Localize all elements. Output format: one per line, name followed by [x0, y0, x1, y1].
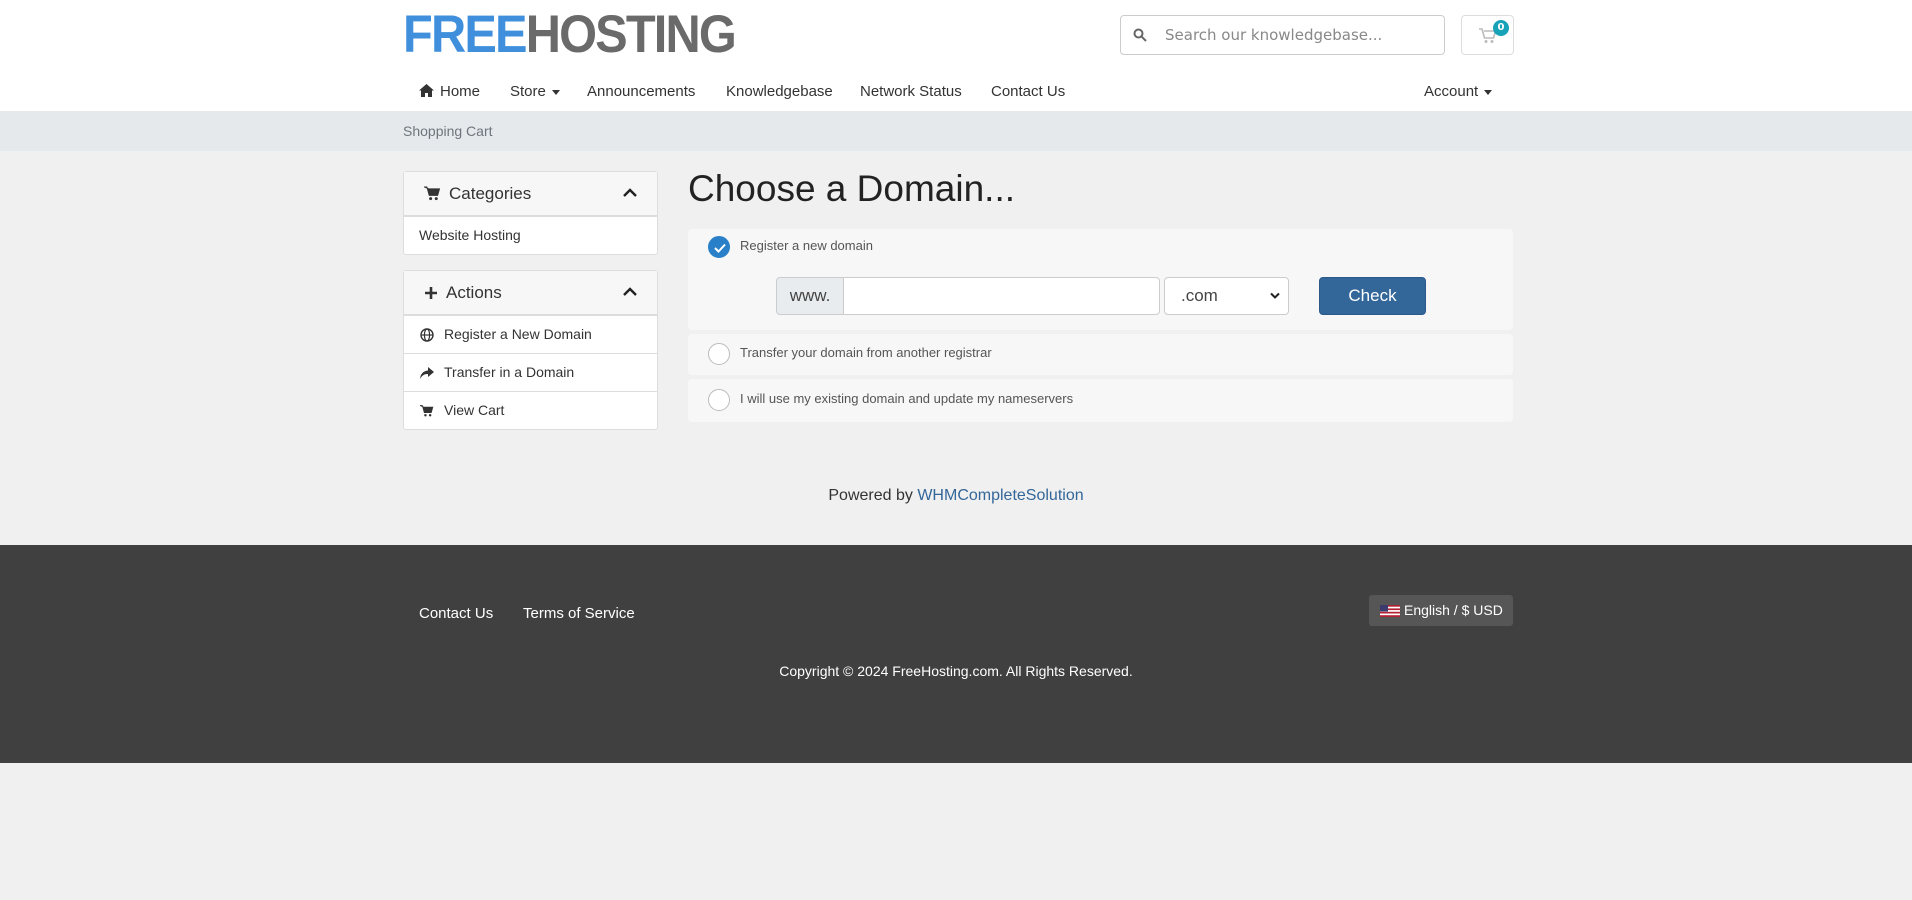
nav-announcements-label: Announcements: [587, 83, 696, 100]
copyright-text: Copyright © 2024 FreeHosting.com. All Ri…: [779, 663, 1133, 679]
register-domain-radio[interactable]: [708, 236, 730, 258]
transfer-domain-radio[interactable]: [708, 343, 730, 365]
site-footer: Contact Us Terms of Service English / $ …: [0, 545, 1912, 763]
nav-store[interactable]: Store: [510, 78, 560, 106]
chevron-down-icon: [551, 89, 560, 95]
chevron-down-icon: [1484, 89, 1493, 95]
categories-panel: Categories Website Hosting: [403, 171, 658, 255]
footer-terms-link[interactable]: Terms of Service: [523, 605, 635, 622]
sidebar-item-label: View Cart: [444, 402, 505, 418]
categories-title-label: Categories: [449, 184, 532, 203]
nav-announcements[interactable]: Announcements: [587, 78, 695, 106]
sidebar-item-label: Website Hosting: [419, 227, 521, 243]
main-nav: Home Store Announcements Knowledgebase N…: [403, 78, 1513, 106]
actions-panel: Actions Register a New Domain Transfer i…: [403, 270, 658, 430]
nav-account-label: Account: [1424, 83, 1479, 100]
globe-icon: [420, 328, 434, 342]
site-header: FREEHOSTING 0 Home Store Announcements K: [0, 0, 1912, 111]
language-currency-button[interactable]: English / $ USD: [1369, 595, 1513, 626]
nav-knowledgebase-label: Knowledgebase: [726, 83, 833, 100]
nav-store-label: Store: [510, 83, 546, 100]
footer-contact-us-link[interactable]: Contact Us: [419, 605, 493, 622]
nav-home[interactable]: Home: [419, 78, 480, 106]
nav-contact-us[interactable]: Contact Us: [991, 78, 1065, 106]
breadcrumb-bar: Shopping Cart: [0, 111, 1912, 151]
domain-input[interactable]: [843, 277, 1160, 315]
nav-contact-us-label: Contact Us: [991, 83, 1066, 100]
www-prefix: www.: [776, 277, 844, 315]
us-flag-icon: [1380, 605, 1400, 617]
chevron-up-icon[interactable]: [623, 188, 637, 198]
nav-network-status-label: Network Status: [860, 83, 962, 100]
categories-header[interactable]: Categories: [404, 172, 657, 216]
search-input[interactable]: [1165, 16, 1435, 54]
nav-network-status[interactable]: Network Status: [860, 78, 962, 106]
page-title: Choose a Domain...: [688, 168, 1016, 209]
sidebar-item-website-hosting[interactable]: Website Hosting: [404, 216, 657, 254]
categories-title: Categories: [423, 184, 532, 204]
breadcrumb: Shopping Cart: [403, 123, 493, 139]
checkmark-icon: [714, 243, 726, 253]
nav-knowledgebase[interactable]: Knowledgebase: [726, 78, 833, 106]
nav-home-label: Home: [440, 83, 481, 100]
tld-select[interactable]: .com: [1164, 277, 1289, 315]
knowledgebase-search[interactable]: [1120, 15, 1445, 55]
transfer-domain-label: Transfer your domain from another regist…: [740, 345, 992, 360]
tld-selected-value: .com: [1181, 286, 1218, 305]
actions-header[interactable]: Actions: [404, 271, 657, 315]
register-domain-label: Register a new domain: [740, 238, 873, 253]
cart-icon: [423, 186, 441, 201]
chevron-down-icon: [1270, 292, 1280, 299]
sidebar-item-register-domain[interactable]: Register a New Domain: [404, 315, 657, 353]
option-existing-domain[interactable]: I will use my existing domain and update…: [688, 379, 1513, 422]
logo-free: FREE: [403, 5, 528, 64]
logo-hosting: HOSTING: [525, 5, 737, 64]
plus-icon: [425, 287, 437, 299]
powered-by: Powered by WHMCompleteSolution: [0, 487, 1912, 505]
sidebar-item-label: Register a New Domain: [444, 326, 592, 342]
whmcs-link[interactable]: WHMCompleteSolution: [917, 487, 1083, 504]
sidebar-item-view-cart[interactable]: View Cart: [404, 391, 657, 429]
option-transfer-domain[interactable]: Transfer your domain from another regist…: [688, 334, 1513, 375]
nav-account[interactable]: Account: [1424, 78, 1493, 106]
cart-button[interactable]: 0: [1461, 15, 1514, 55]
sidebar-item-transfer-domain[interactable]: Transfer in a Domain: [404, 353, 657, 391]
chevron-up-icon[interactable]: [623, 287, 637, 297]
actions-title: Actions: [424, 283, 502, 303]
home-icon: [419, 84, 434, 97]
powered-by-prefix: Powered by: [828, 487, 913, 504]
site-logo[interactable]: FREEHOSTING: [403, 5, 737, 64]
cart-count-badge: 0: [1493, 20, 1509, 36]
search-icon: [1133, 28, 1147, 42]
sidebar-item-label: Transfer in a Domain: [444, 364, 575, 380]
cart-icon: [420, 405, 434, 417]
existing-domain-radio[interactable]: [708, 389, 730, 411]
option-register-domain[interactable]: Register a new domain www. .com Check: [688, 229, 1513, 330]
language-currency-label: English / $ USD: [1404, 602, 1503, 618]
share-arrow-icon: [420, 367, 434, 379]
existing-domain-label: I will use my existing domain and update…: [740, 391, 1074, 406]
check-button[interactable]: Check: [1319, 277, 1426, 315]
actions-title-label: Actions: [446, 283, 502, 302]
